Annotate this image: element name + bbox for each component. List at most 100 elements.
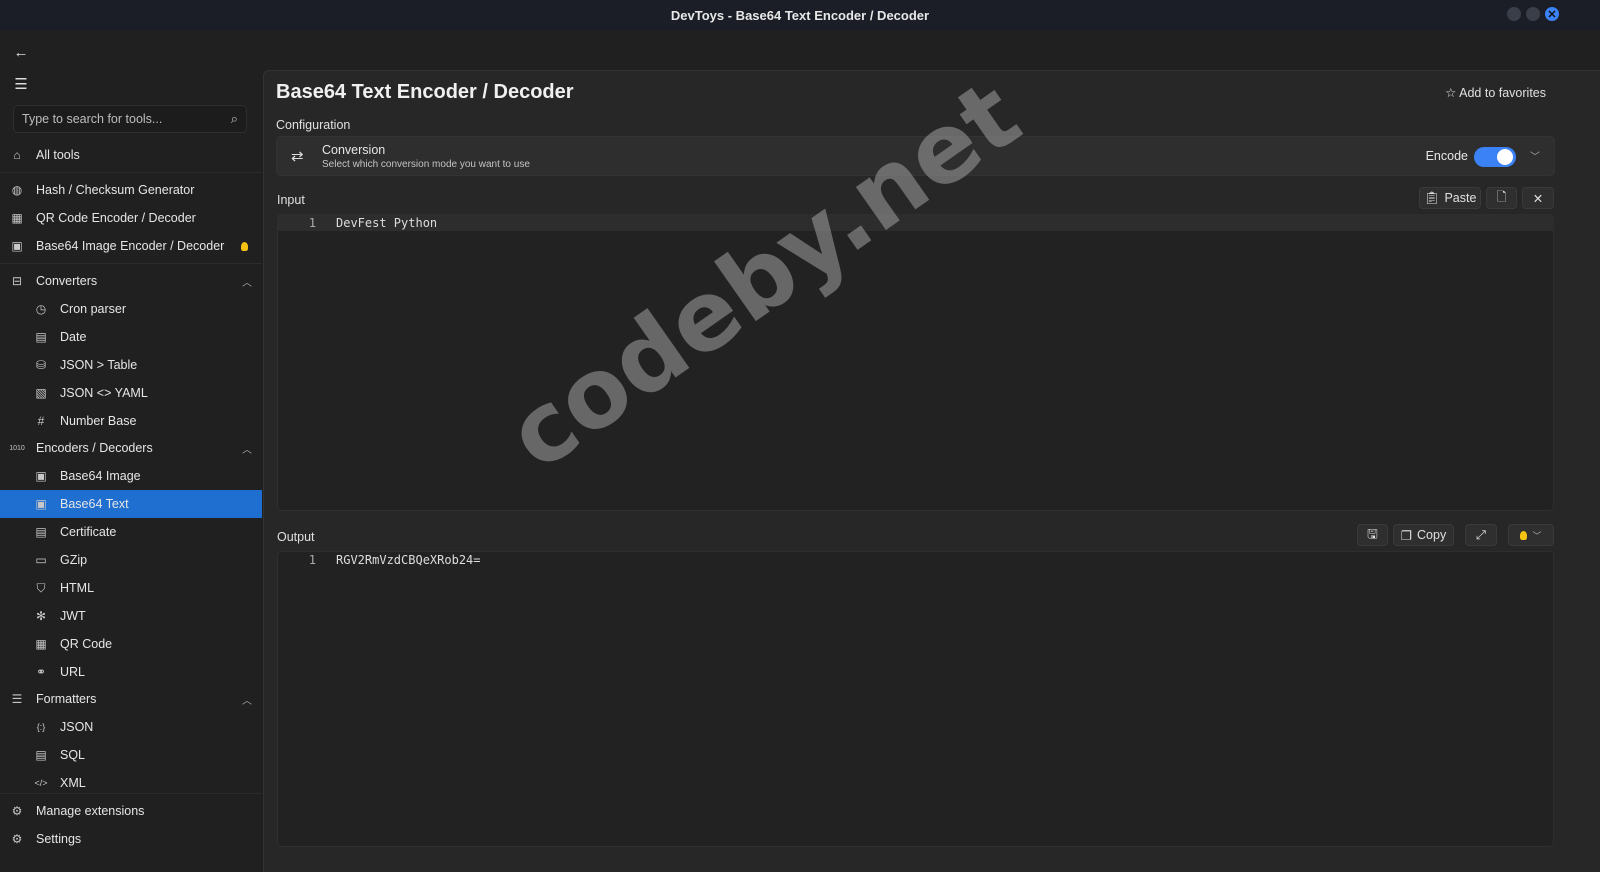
encode-toggle[interactable] [1474,147,1516,167]
sidebar-group-encoders-decoders[interactable]: 1010 Encoders / Decoders ︿ [0,434,262,462]
link-icon: ⚭ [35,665,47,679]
item-label: Base64 Text [60,497,129,511]
open-file-button[interactable]: 🗋 [1486,187,1517,209]
swap-arrows-icon: ⇄ [291,148,304,165]
braces-icon: {:} [36,722,46,732]
sidebar-item-all-tools[interactable]: ⌂ All tools [0,141,262,169]
search-input[interactable] [22,112,231,126]
copy-button[interactable]: ❐ Copy [1393,524,1454,546]
sidebar-item-cron-parser[interactable]: ◷ Cron parser [0,295,262,323]
sidebar-item-date[interactable]: ▤ Date [0,323,262,351]
sidebar-item-settings[interactable]: ⚙ Settings [0,825,262,853]
sidebar-item-qr-code-encoder[interactable]: ▦ QR Code Encoder / Decoder [0,204,262,232]
close-window-button[interactable]: ✕ [1545,7,1559,21]
sidebar-group-formatters[interactable]: ☰ Formatters ︿ [0,685,262,713]
sidebar-item-hash[interactable]: ◍ Hash / Checksum Generator [0,176,262,204]
table-icon: ▤ [35,748,47,762]
star-icon: ☆ [1445,86,1457,100]
group-label: Formatters [36,692,97,706]
converters-icon: ⊟ [11,274,23,288]
item-label: Date [60,330,87,344]
item-label: Number Base [60,414,137,428]
divider [0,263,262,264]
item-label: URL [60,665,86,679]
sidebar-group-converters[interactable]: ⊟ Converters ︿ [0,267,262,295]
divider [0,172,262,173]
chevron-down-icon: ﹀ [1532,530,1542,541]
code-icon: </> [34,778,48,788]
sidebar-item-json-table[interactable]: ⛁ JSON > Table [0,351,262,379]
add-to-favorites-button[interactable]: ☆ Add to favorites [1445,85,1546,100]
lightbulb-icon [1520,530,1528,540]
item-label: Base64 Image Encoder / Decoder [36,239,225,253]
hamburger-menu-icon[interactable]: ☰ [12,75,30,93]
minimize-button[interactable] [1507,7,1521,21]
input-editor[interactable]: 1 DevFest Python [277,214,1554,511]
item-label: Cron parser [60,302,126,316]
configuration-heading: Configuration [276,118,351,132]
save-icon: 🖫 [1367,526,1378,541]
qr-code-icon: ▦ [11,211,23,225]
clear-button[interactable]: ✕ [1522,187,1554,209]
expand-button[interactable]: ⤢ [1465,524,1497,546]
sidebar-item-html[interactable]: ⛉ HTML [0,574,262,602]
jwt-icon: ✻ [35,609,47,623]
item-label: JWT [60,609,86,623]
sidebar-item-certificate[interactable]: ▤ Certificate [0,518,262,546]
sidebar-item-url[interactable]: ⚭ URL [0,658,262,686]
line-text: DevFest Python [336,216,438,230]
qr-code-icon: ▦ [35,637,47,651]
puzzle-icon: ⚙ [11,804,23,818]
sidebar-item-qr-code[interactable]: ▦ QR Code [0,630,262,658]
chevron-up-icon: ︿ [242,695,252,707]
sidebar-item-sql[interactable]: ▤ SQL [0,741,262,769]
text-icon: ▣ [35,497,47,511]
search-box[interactable]: ⌕ [13,105,247,133]
editor-line: 1 DevFest Python [278,215,1553,231]
folder-zip-icon: ▭ [35,553,47,567]
item-label: QR Code Encoder / Decoder [36,211,196,225]
item-label: All tools [36,148,80,162]
tips-dropdown-button[interactable]: ﹀ [1508,524,1554,546]
sidebar: ← ☰ ⌕ ⌂ All tools ◍ Hash / Checksum Genera… [0,30,262,872]
sidebar-item-json-yaml[interactable]: ▧ JSON <> YAML [0,379,262,407]
item-label: Settings [36,832,82,846]
divider [0,793,262,794]
sidebar-item-base64-image-encoder[interactable]: ▣ Base64 Image Encoder / Decoder [0,232,262,260]
back-arrow-icon[interactable]: ← [12,43,30,61]
item-label: JSON <> YAML [60,386,148,400]
maximize-button[interactable] [1526,7,1540,21]
output-editor[interactable]: 1 RGV2RmVzdCBQeXRob24= [277,551,1554,847]
fingerprint-icon: ◍ [11,183,23,197]
item-label: Manage extensions [36,804,145,818]
expand-icon: ⤢ [1475,527,1486,542]
line-number: 1 [308,553,316,567]
sidebar-item-base64-text[interactable]: ▣ Base64 Text [0,490,262,518]
home-icon: ⌂ [13,148,21,162]
conversion-description: Select which conversion mode you want to… [322,159,530,170]
item-label: QR Code [60,637,113,651]
certificate-icon: ▤ [35,525,47,539]
line-text: RGV2RmVzdCBQeXRob24= [336,553,481,567]
clock-icon: ◷ [35,302,47,316]
sidebar-item-jwt[interactable]: ✻ JWT [0,602,262,630]
paste-button[interactable]: 📋︎ Paste [1419,187,1481,209]
item-label: HTML [60,581,95,595]
title-bar: DevToys - Base64 Text Encoder / Decoder … [0,0,1600,30]
conversion-title: Conversion [322,143,386,157]
formatter-icon: ☰ [11,692,23,706]
sidebar-item-manage-extensions[interactable]: ⚙ Manage extensions [0,797,262,825]
group-label: Encoders / Decoders [36,441,153,455]
database-icon: ⛁ [35,358,47,372]
close-icon: ✕ [1532,191,1544,206]
sidebar-item-number-base[interactable]: # Number Base [0,407,262,435]
sidebar-item-base64-image[interactable]: ▣ Base64 Image [0,462,262,490]
chevron-down-icon[interactable]: ﹀ [1530,148,1540,163]
document-icon: ▧ [35,386,47,400]
sidebar-item-json-formatter[interactable]: {:} JSON [0,713,262,741]
gear-icon: ⚙ [11,832,23,846]
window-title: DevToys - Base64 Text Encoder / Decoder [670,7,930,23]
save-button[interactable]: 🖫 [1357,524,1388,546]
sidebar-item-gzip[interactable]: ▭ GZip [0,546,262,574]
paste-label: Paste [1444,191,1477,205]
